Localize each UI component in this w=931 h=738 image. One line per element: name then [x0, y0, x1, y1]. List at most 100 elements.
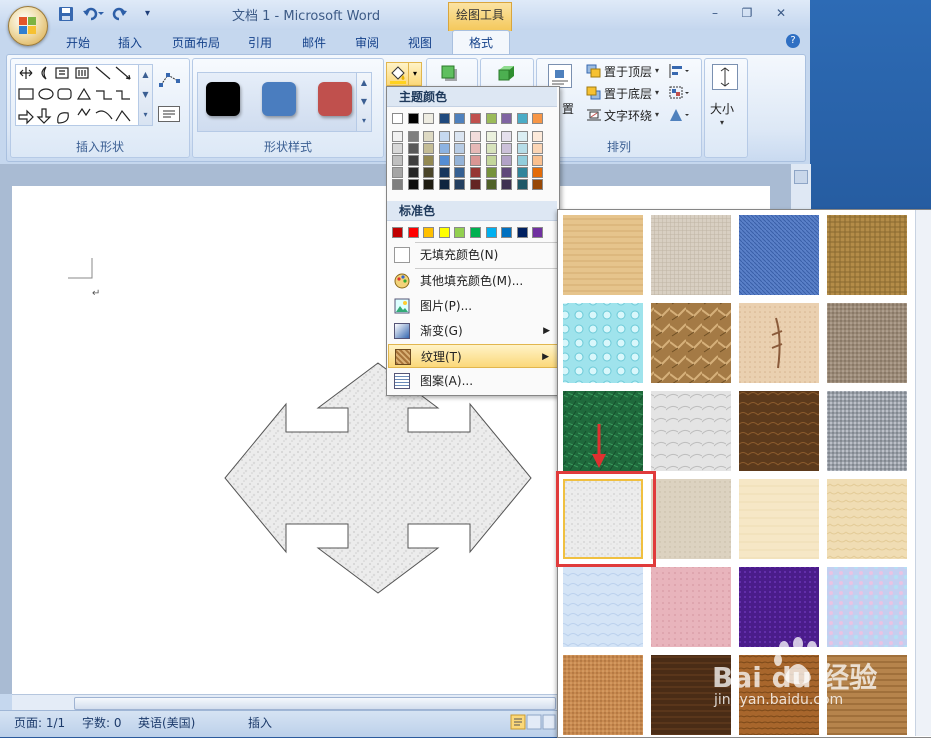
theme-shade-swatch[interactable] [470, 167, 481, 178]
shape-style-black[interactable] [206, 82, 240, 116]
theme-shade-swatch[interactable] [501, 179, 513, 190]
save-icon[interactable] [58, 6, 74, 24]
texture-papyrus[interactable] [563, 215, 643, 295]
theme-shade-swatch[interactable] [532, 143, 544, 154]
tab-format[interactable]: 格式 [452, 30, 510, 56]
shadow-effects-icon[interactable] [440, 64, 460, 84]
help-icon[interactable]: ? [786, 34, 800, 48]
theme-shade-swatch[interactable] [392, 131, 403, 142]
shape-fill-dropdown-arrow[interactable]: ▾ [408, 62, 422, 86]
standard-color-swatch[interactable] [423, 227, 435, 238]
theme-shade-swatch[interactable] [470, 179, 481, 190]
theme-shade-swatch[interactable] [501, 143, 513, 154]
theme-color-swatch[interactable] [454, 113, 466, 124]
theme-color-swatch[interactable] [470, 113, 481, 124]
picture-fill-item[interactable]: 图片(P)... [388, 294, 558, 318]
size-icon[interactable] [712, 64, 738, 90]
bring-to-front-button[interactable]: 置于顶层 [604, 63, 652, 80]
standard-color-swatch[interactable] [438, 227, 450, 238]
undo-icon[interactable] [82, 6, 104, 24]
group-objects-icon[interactable] [668, 85, 690, 101]
theme-color-swatch[interactable] [516, 113, 528, 124]
theme-shade-swatch[interactable] [532, 167, 544, 178]
theme-shade-swatch[interactable] [501, 167, 513, 178]
theme-shade-swatch[interactable] [516, 143, 528, 154]
status-insert-mode[interactable]: 插入 [248, 714, 272, 731]
size-button[interactable]: 大小 [710, 100, 734, 117]
text-box-icon[interactable] [158, 106, 180, 122]
theme-shade-swatch[interactable] [516, 155, 528, 166]
theme-shade-swatch[interactable] [438, 143, 450, 154]
theme-shade-swatch[interactable] [485, 179, 497, 190]
tab-mailings[interactable]: 邮件 [302, 34, 326, 51]
theme-shade-swatch[interactable] [501, 155, 513, 166]
shape-style-blue[interactable] [262, 82, 296, 116]
send-to-back-button[interactable]: 置于底层 [604, 85, 652, 102]
pattern-fill-item[interactable]: 图案(A)... [388, 369, 558, 393]
theme-shade-swatch[interactable] [485, 167, 497, 178]
theme-shade-swatch[interactable] [454, 167, 466, 178]
theme-color-swatch[interactable] [438, 113, 450, 124]
standard-color-swatch[interactable] [454, 227, 466, 238]
texture-brown-marble[interactable] [739, 391, 819, 471]
texture-water-droplets[interactable] [563, 303, 643, 383]
texture-fill-item[interactable]: 纹理(T) ▶ [388, 344, 558, 368]
texture-white-marble[interactable] [651, 391, 731, 471]
tab-review[interactable]: 审阅 [355, 34, 379, 51]
3d-effects-icon[interactable] [496, 64, 516, 84]
texture-sand[interactable] [827, 303, 907, 383]
tab-references[interactable]: 引用 [248, 34, 272, 51]
theme-shade-swatch[interactable] [423, 155, 435, 166]
theme-shade-swatch[interactable] [407, 143, 419, 154]
shapes-gallery-more-button[interactable]: ▲ ▼ ▾ [138, 64, 153, 126]
standard-color-swatch[interactable] [392, 227, 403, 238]
theme-color-swatch[interactable] [407, 113, 419, 124]
theme-shade-swatch[interactable] [470, 155, 481, 166]
theme-shade-swatch[interactable] [407, 179, 419, 190]
position-icon[interactable] [548, 64, 572, 88]
texture-denim[interactable] [739, 215, 819, 295]
theme-shade-swatch[interactable] [392, 167, 403, 178]
tab-page-layout[interactable]: 页面布局 [172, 34, 220, 51]
theme-shade-swatch[interactable] [532, 179, 544, 190]
theme-color-swatch[interactable] [423, 113, 435, 124]
theme-shade-swatch[interactable] [485, 131, 497, 142]
theme-shade-swatch[interactable] [532, 155, 544, 166]
text-wrapping-button[interactable]: 文字环绕 [604, 107, 652, 124]
theme-shade-swatch[interactable] [423, 143, 435, 154]
ruler-toggle-icon[interactable] [794, 170, 808, 184]
theme-shade-swatch[interactable] [516, 167, 528, 178]
theme-shade-swatch[interactable] [516, 131, 528, 142]
theme-shade-swatch[interactable] [516, 179, 528, 190]
position-label-fragment[interactable]: 置 [562, 100, 574, 117]
status-page[interactable]: 页面: 1/1 [14, 714, 65, 731]
standard-color-swatch[interactable] [485, 227, 497, 238]
texture-blue-tissue-paper[interactable] [563, 567, 643, 647]
bring-to-front-dropdown-arrow[interactable]: ▾ [655, 66, 659, 75]
theme-shade-swatch[interactable] [454, 155, 466, 166]
theme-shade-swatch[interactable] [407, 155, 419, 166]
theme-shade-swatch[interactable] [532, 131, 544, 142]
edit-shape-icon[interactable] [158, 70, 182, 90]
theme-shade-swatch[interactable] [407, 131, 419, 142]
four-way-arrow-shape[interactable] [224, 362, 532, 594]
no-fill-item[interactable]: 无填充颜色(N) [388, 243, 558, 267]
texture-parchment[interactable] [739, 479, 819, 559]
theme-color-swatch[interactable] [532, 113, 544, 124]
shape-style-gallery-more-button[interactable]: ▲ ▼ ▾ [356, 72, 372, 132]
more-fill-colors-item[interactable]: 其他填充颜色(M)... [388, 269, 558, 293]
gradient-fill-item[interactable]: 渐变(G) ▶ [388, 319, 558, 343]
standard-color-swatch[interactable] [470, 227, 481, 238]
theme-shade-swatch[interactable] [438, 179, 450, 190]
view-buttons[interactable] [510, 714, 556, 730]
tab-home[interactable]: 开始 [66, 34, 90, 51]
align-icon[interactable] [668, 63, 690, 79]
horizontal-scroll-thumb[interactable] [74, 697, 556, 710]
status-language[interactable]: 英语(美国) [138, 714, 195, 731]
texture-stationery[interactable] [827, 479, 907, 559]
texture-recycled-paper[interactable] [651, 479, 731, 559]
texture-granite[interactable] [827, 391, 907, 471]
texture-canvas[interactable] [651, 215, 731, 295]
theme-shade-swatch[interactable] [470, 131, 481, 142]
theme-shade-swatch[interactable] [438, 155, 450, 166]
